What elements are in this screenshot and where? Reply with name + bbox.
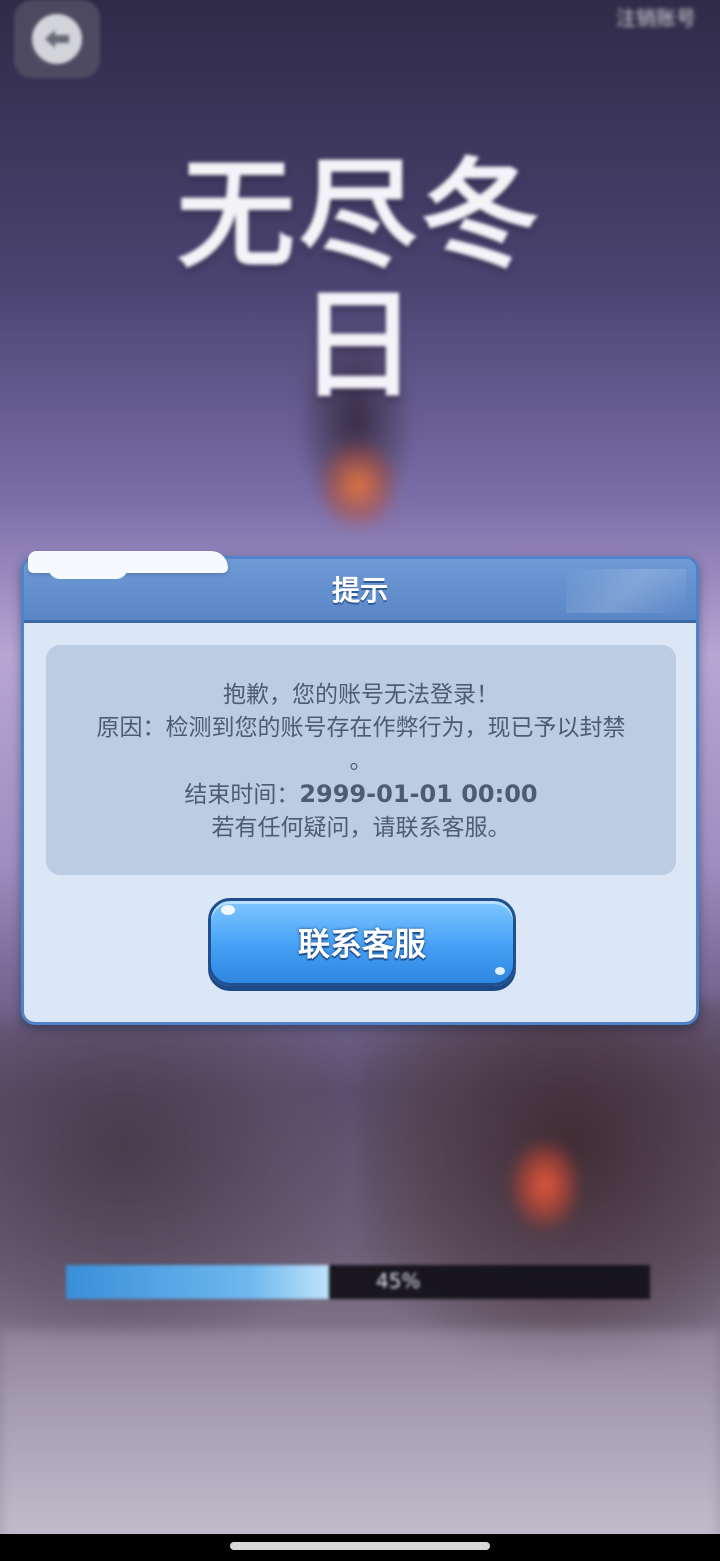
- button-snow-decoration-right: [495, 967, 505, 975]
- game-logo: 无尽冬日: [176, 146, 543, 414]
- top-right-link[interactable]: 注销账号: [616, 2, 696, 31]
- notice-dialog: 提示 抱歉，您的账号无法登录！ 原因：检测到您的账号存在作弊行为，现已予以封禁 …: [21, 551, 699, 1025]
- contact-support-label: 联系客服: [297, 925, 426, 963]
- loading-progress-fill: [66, 1265, 329, 1299]
- loading-progress-bar: 45%: [66, 1265, 650, 1299]
- message-line-contact: 若有任何疑问，请联系客服。: [211, 815, 511, 841]
- background-snow-ground: [0, 1330, 720, 1561]
- message-box: 抱歉，您的账号无法登录！ 原因：检测到您的账号存在作弊行为，现已予以封禁 。 结…: [46, 645, 676, 875]
- back-button[interactable]: [14, 0, 100, 78]
- back-arrow-icon: [32, 14, 82, 64]
- message-line-end-time: 结束时间：2999-01-01 00:00: [46, 778, 676, 812]
- end-time-value: 2999-01-01 00:00: [299, 780, 538, 808]
- game-login-screen: 注销账号 无尽冬日 45% 提示 抱歉，您的账号无法登录！ 原因：检测到您的账号…: [0, 0, 720, 1561]
- message-line-reason-end: 。: [349, 748, 373, 774]
- button-snow-decoration: [221, 905, 235, 915]
- message-line-apology: 抱歉，您的账号无法登录！: [223, 682, 499, 708]
- background-lantern: [510, 1140, 580, 1230]
- message-line-reason: 原因：检测到您的账号存在作弊行为，现已予以封禁: [96, 715, 626, 741]
- home-indicator[interactable]: [230, 1542, 490, 1550]
- background-fire: [318, 440, 398, 530]
- end-time-label: 结束时间：: [184, 782, 300, 808]
- snow-drip-decoration: [48, 565, 128, 579]
- loading-percent: 45%: [376, 1269, 421, 1293]
- contact-support-button[interactable]: 联系客服: [208, 898, 516, 986]
